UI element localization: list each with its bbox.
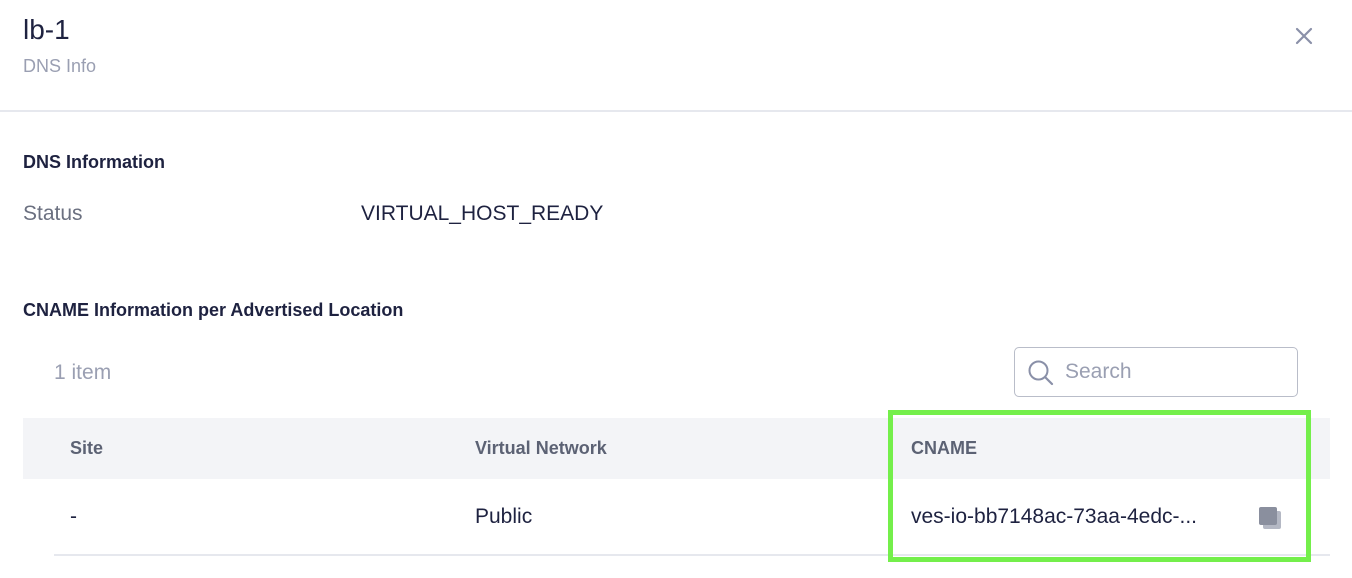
- cell-cname: ves-io-bb7148ac-73aa-4edc-...: [911, 505, 1198, 528]
- status-value: VIRTUAL_HOST_READY: [361, 202, 604, 225]
- panel-subtitle: DNS Info: [23, 56, 97, 76]
- search-icon: [1028, 360, 1054, 386]
- copy-cname-button[interactable]: [1256, 504, 1284, 532]
- cell-site: -: [70, 505, 77, 528]
- status-label: Status: [23, 202, 83, 225]
- table-header: Site Virtual Network CNAME: [23, 418, 1330, 479]
- item-count: 1 item: [54, 361, 112, 384]
- cname-information-heading: CNAME Information per Advertised Locatio…: [23, 300, 404, 320]
- search-box[interactable]: [1014, 347, 1298, 397]
- table-row: - Public ves-io-bb7148ac-73aa-4edc-...: [54, 479, 1330, 556]
- column-header-virtual-network[interactable]: Virtual Network: [475, 438, 607, 459]
- dns-information-heading: DNS Information: [23, 152, 165, 172]
- panel-title: lb-1: [23, 14, 70, 45]
- close-button[interactable]: [1286, 18, 1322, 54]
- search-input[interactable]: [1065, 356, 1285, 388]
- dns-info-panel: lb-1 DNS Info DNS Information Status VIR…: [0, 0, 1352, 578]
- cell-virtual-network: Public: [475, 505, 533, 528]
- column-header-site[interactable]: Site: [70, 438, 103, 459]
- close-icon: [1295, 27, 1313, 45]
- column-header-cname[interactable]: CNAME: [911, 438, 977, 459]
- panel-header: lb-1 DNS Info: [0, 0, 1352, 112]
- copy-icon: [1259, 507, 1281, 529]
